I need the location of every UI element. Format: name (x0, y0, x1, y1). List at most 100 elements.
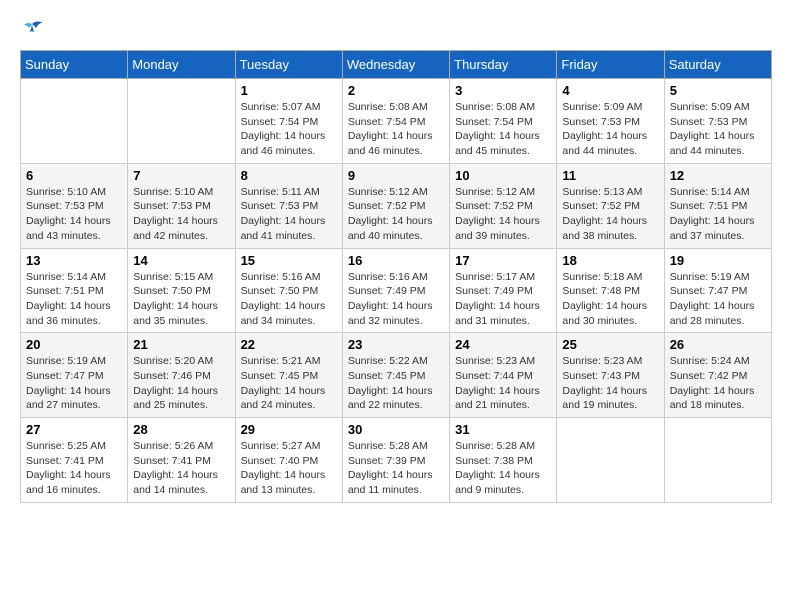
calendar-cell: 24Sunrise: 5:23 AMSunset: 7:44 PMDayligh… (450, 333, 557, 418)
logo-bird-icon (20, 20, 44, 40)
day-info-text: Sunrise: 5:09 AM (670, 100, 766, 115)
day-info-text: Sunrise: 5:19 AM (26, 354, 122, 369)
day-info-text: Sunset: 7:49 PM (455, 284, 551, 299)
day-info-text: Sunset: 7:42 PM (670, 369, 766, 384)
day-info-text: Daylight: 14 hours and 24 minutes. (241, 384, 337, 413)
day-info-text: Daylight: 14 hours and 36 minutes. (26, 299, 122, 328)
day-info-text: Daylight: 14 hours and 46 minutes. (348, 129, 444, 158)
day-info-text: Sunset: 7:53 PM (241, 199, 337, 214)
day-number: 12 (670, 168, 766, 183)
day-info-text: Sunrise: 5:25 AM (26, 439, 122, 454)
day-info-text: Sunrise: 5:18 AM (562, 270, 658, 285)
calendar-cell: 4 Sunrise: 5:09 AMSunset: 7:53 PMDaylight… (557, 79, 664, 164)
day-number: 5 (670, 83, 766, 98)
calendar-cell (128, 79, 235, 164)
day-info-text: Sunset: 7:41 PM (133, 454, 229, 469)
day-info-text: Sunset: 7:54 PM (241, 115, 337, 130)
day-info-text: Daylight: 14 hours and 16 minutes. (26, 468, 122, 497)
day-info-text: Sunrise: 5:09 AM (562, 100, 658, 115)
calendar-cell: 13Sunrise: 5:14 AMSunset: 7:51 PMDayligh… (21, 248, 128, 333)
day-info-text: Sunset: 7:54 PM (455, 115, 551, 130)
calendar-cell: 20Sunrise: 5:19 AMSunset: 7:47 PMDayligh… (21, 333, 128, 418)
day-info-text: Sunrise: 5:13 AM (562, 185, 658, 200)
day-number: 23 (348, 337, 444, 352)
day-info-text: Sunrise: 5:10 AM (26, 185, 122, 200)
day-info-text: Daylight: 14 hours and 30 minutes. (562, 299, 658, 328)
day-info-text: Sunset: 7:43 PM (562, 369, 658, 384)
day-number: 1 (241, 83, 337, 98)
day-number: 18 (562, 253, 658, 268)
logo (20, 20, 48, 40)
day-info-text: Sunrise: 5:16 AM (348, 270, 444, 285)
day-header-friday: Friday (557, 51, 664, 79)
day-number: 4 (562, 83, 658, 98)
day-number: 31 (455, 422, 551, 437)
day-info-text: Sunrise: 5:19 AM (670, 270, 766, 285)
day-number: 17 (455, 253, 551, 268)
calendar-cell: 5 Sunrise: 5:09 AMSunset: 7:53 PMDaylight… (664, 79, 771, 164)
day-info-text: Sunrise: 5:12 AM (455, 185, 551, 200)
day-info-text: Sunset: 7:52 PM (562, 199, 658, 214)
day-header-saturday: Saturday (664, 51, 771, 79)
day-info-text: Sunset: 7:48 PM (562, 284, 658, 299)
day-info-text: Sunset: 7:45 PM (241, 369, 337, 384)
day-info-text: Sunrise: 5:26 AM (133, 439, 229, 454)
day-info-text: Sunrise: 5:17 AM (455, 270, 551, 285)
day-number: 29 (241, 422, 337, 437)
day-info-text: Sunset: 7:52 PM (348, 199, 444, 214)
day-info-text: Daylight: 14 hours and 25 minutes. (133, 384, 229, 413)
calendar-cell: 12Sunrise: 5:14 AMSunset: 7:51 PMDayligh… (664, 163, 771, 248)
day-info-text: Sunset: 7:53 PM (562, 115, 658, 130)
day-info-text: Daylight: 14 hours and 40 minutes. (348, 214, 444, 243)
day-info-text: Daylight: 14 hours and 31 minutes. (455, 299, 551, 328)
calendar-cell: 11Sunrise: 5:13 AMSunset: 7:52 PMDayligh… (557, 163, 664, 248)
calendar-cell: 10Sunrise: 5:12 AMSunset: 7:52 PMDayligh… (450, 163, 557, 248)
day-info-text: Daylight: 14 hours and 45 minutes. (455, 129, 551, 158)
calendar-cell: 2Sunrise: 5:08 AMSunset: 7:54 PMDaylight… (342, 79, 449, 164)
day-number: 27 (26, 422, 122, 437)
day-number: 6 (26, 168, 122, 183)
day-info-text: Daylight: 14 hours and 32 minutes. (348, 299, 444, 328)
calendar-week-5: 27 Sunrise: 5:25 AM Sunset: 7:41 PM Dayligh… (21, 418, 772, 503)
day-info-text: Sunrise: 5:14 AM (670, 185, 766, 200)
day-info-text: Sunrise: 5:21 AM (241, 354, 337, 369)
day-header-thursday: Thursday (450, 51, 557, 79)
calendar-cell: 23Sunrise: 5:22 AMSunset: 7:45 PMDayligh… (342, 333, 449, 418)
day-info-text: Daylight: 14 hours and 27 minutes. (26, 384, 122, 413)
day-info-text: Daylight: 14 hours and 41 minutes. (241, 214, 337, 243)
day-info-text: Sunset: 7:40 PM (241, 454, 337, 469)
day-info-text: Sunset: 7:53 PM (133, 199, 229, 214)
day-info-text: Sunrise: 5:07 AM (241, 100, 337, 115)
day-number: 25 (562, 337, 658, 352)
calendar-cell: 21Sunrise: 5:20 AMSunset: 7:46 PMDayligh… (128, 333, 235, 418)
day-info-text: Sunset: 7:50 PM (241, 284, 337, 299)
calendar-cell: 19Sunrise: 5:19 AMSunset: 7:47 PMDayligh… (664, 248, 771, 333)
calendar-cell (557, 418, 664, 503)
calendar-cell: 27Sunrise: 5:25 AMSunset: 7:41 PMDayligh… (21, 418, 128, 503)
day-info-text: Sunrise: 5:27 AM (241, 439, 337, 454)
calendar-cell: 15Sunrise: 5:16 AMSunset: 7:50 PMDayligh… (235, 248, 342, 333)
day-info-text: Sunset: 7:53 PM (26, 199, 122, 214)
day-info-text: Sunrise: 5:08 AM (455, 100, 551, 115)
day-number: 9 (348, 168, 444, 183)
day-info-text: Daylight: 14 hours and 21 minutes. (455, 384, 551, 413)
day-info-text: Sunrise: 5:23 AM (562, 354, 658, 369)
day-info-text: Sunrise: 5:08 AM (348, 100, 444, 115)
day-info-text: Daylight: 14 hours and 38 minutes. (562, 214, 658, 243)
calendar-cell: 29Sunrise: 5:27 AMSunset: 7:40 PMDayligh… (235, 418, 342, 503)
day-info-text: Daylight: 14 hours and 44 minutes. (562, 129, 658, 158)
day-info-text: Sunset: 7:53 PM (670, 115, 766, 130)
calendar-cell: 25Sunrise: 5:23 AMSunset: 7:43 PMDayligh… (557, 333, 664, 418)
calendar-cell: 26Sunrise: 5:24 AMSunset: 7:42 PMDayligh… (664, 333, 771, 418)
day-header-tuesday: Tuesday (235, 51, 342, 79)
calendar-cell: 18 Sunrise: 5:18 AMSunset: 7:48 PMDayligh… (557, 248, 664, 333)
calendar-table: SundayMondayTuesdayWednesdayThursdayFrid… (20, 50, 772, 503)
day-info-text: Sunset: 7:52 PM (455, 199, 551, 214)
day-info-text: Daylight: 14 hours and 43 minutes. (26, 214, 122, 243)
day-info-text: Daylight: 14 hours and 44 minutes. (670, 129, 766, 158)
calendar-cell: 1Sunrise: 5:07 AMSunset: 7:54 PMDaylight… (235, 79, 342, 164)
day-info-text: Sunset: 7:51 PM (670, 199, 766, 214)
calendar-cell: 17 Sunrise: 5:17 AMSunset: 7:49 PMDayligh… (450, 248, 557, 333)
day-info-text: Sunset: 7:47 PM (670, 284, 766, 299)
day-info-text: Sunrise: 5:24 AM (670, 354, 766, 369)
